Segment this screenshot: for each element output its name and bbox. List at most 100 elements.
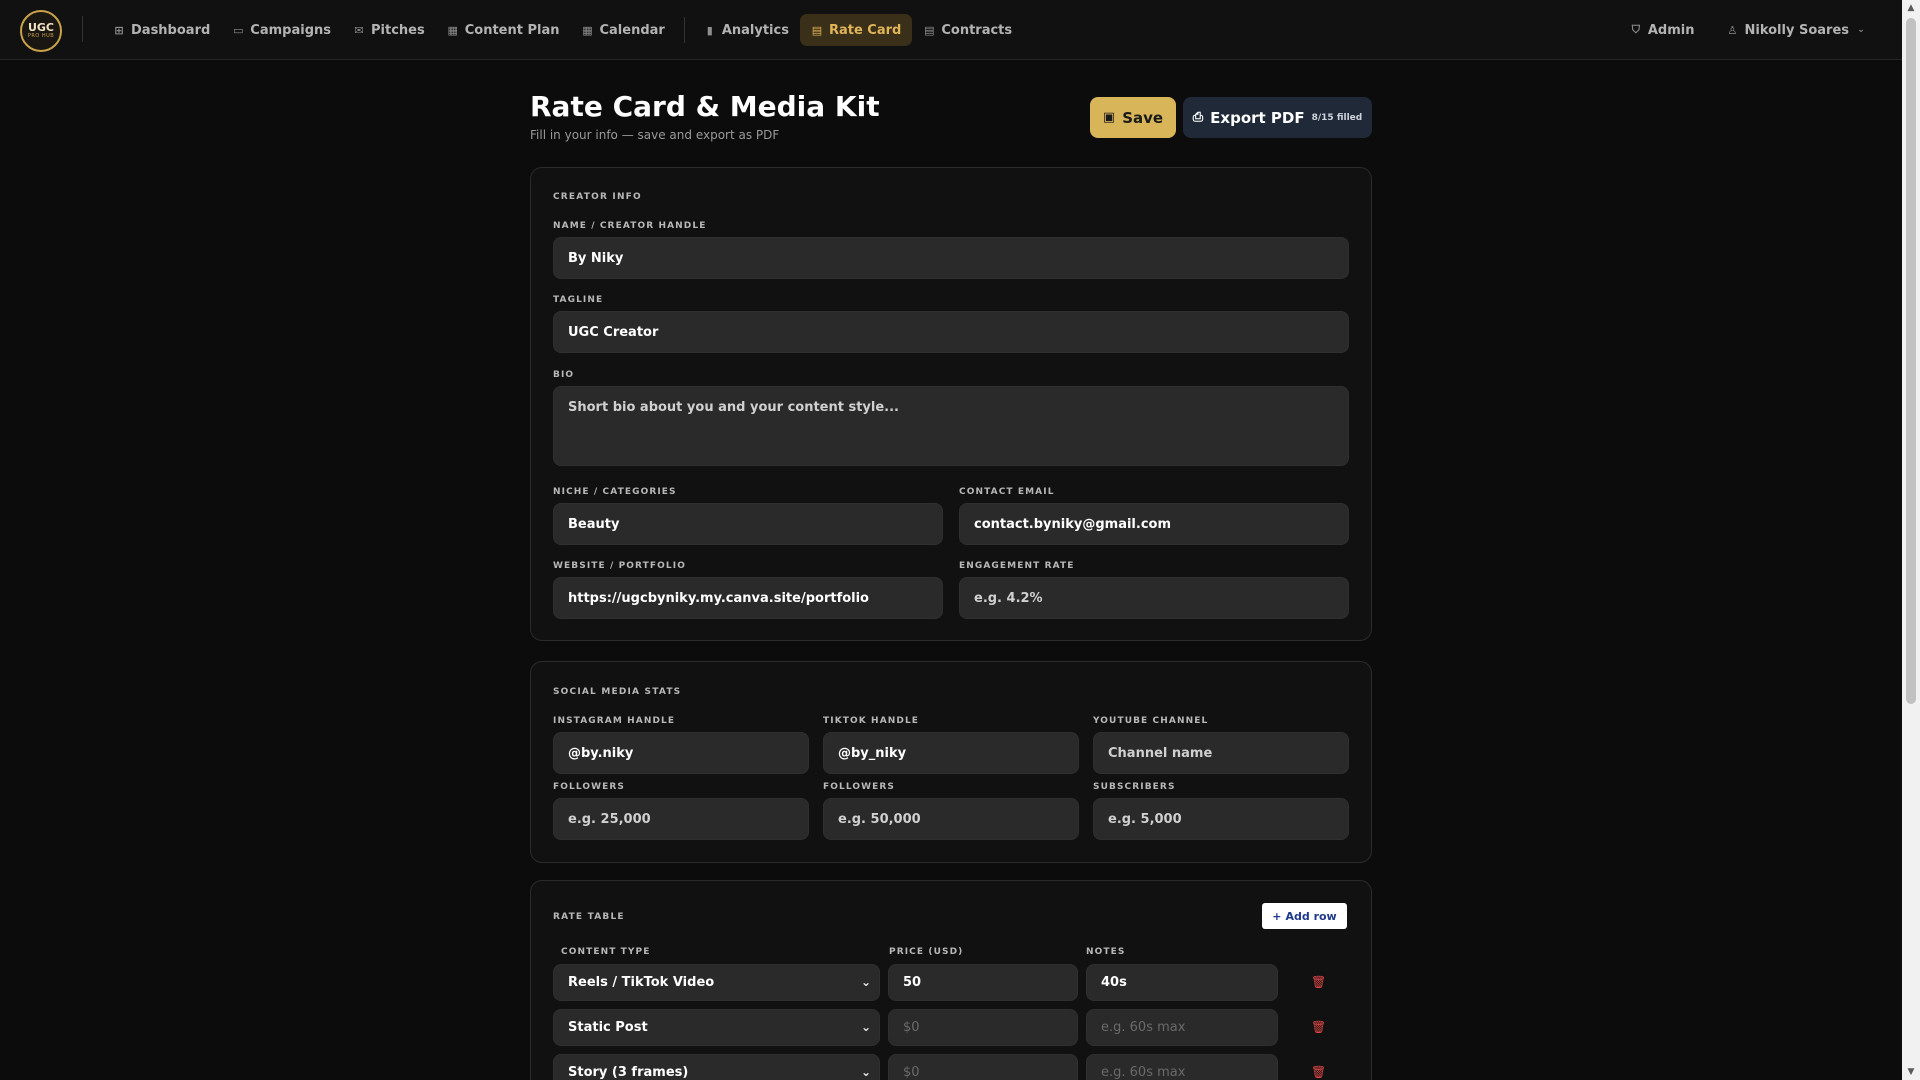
export-pdf-button[interactable]: ⎙ Export PDF 8/15 filled <box>1183 97 1372 138</box>
nav-item-analytics[interactable]: ▮ Analytics <box>693 14 800 46</box>
mail-icon: ✉ <box>354 23 364 37</box>
nav-separator <box>683 17 685 43</box>
scroll-up-arrow-icon[interactable]: ▲ <box>1902 0 1920 16</box>
scrollbar-thumb[interactable] <box>1906 18 1916 704</box>
top-navigation-bar: UGC PRO HUB ⊞ Dashboard ▭ Campaigns ✉ Pi… <box>0 0 1902 60</box>
notes-input[interactable]: e.g. 60s max <box>1086 1054 1278 1080</box>
price-input[interactable]: 50 <box>888 964 1078 1001</box>
name-label: NAME / CREATOR HANDLE <box>553 221 707 231</box>
tagline-input[interactable]: UGC Creator <box>553 311 1349 353</box>
contract-icon: ▤ <box>924 23 935 37</box>
save-button-label: Save <box>1122 108 1164 127</box>
youtube-label: YOUTUBE CHANNEL <box>1093 716 1209 726</box>
document-icon: ▤ <box>811 23 823 37</box>
scroll-down-arrow-icon[interactable]: ▼ <box>1902 1064 1920 1080</box>
price-input[interactable]: $0 <box>888 1054 1078 1080</box>
page-title: Rate Card & Media Kit <box>530 90 880 123</box>
niche-label: NICHE / CATEGORIES <box>553 487 677 497</box>
user-icon: ♙ <box>1727 23 1738 37</box>
nav-item-pitches[interactable]: ✉ Pitches <box>342 14 436 46</box>
section-title: SOCIAL MEDIA STATS <box>553 687 682 697</box>
content-type-select[interactable]: Reels / TikTok Video ⌄ <box>553 964 880 1001</box>
trash-icon[interactable]: 🗑 <box>1311 1065 1326 1079</box>
trash-icon[interactable]: 🗑 <box>1311 1020 1326 1034</box>
yt-subscribers-label: SUBSCRIBERS <box>1093 782 1176 792</box>
social-stats-card: SOCIAL MEDIA STATS INSTAGRAM HANDLE @by.… <box>530 661 1372 863</box>
nav-right: ⛉ Admin ♙ Nikolly Soares ⌄ <box>1619 14 1878 46</box>
brand-logo[interactable]: UGC PRO HUB <box>20 10 62 52</box>
add-row-label: Add row <box>1285 909 1337 923</box>
chevron-down-icon: ⌄ <box>860 1020 871 1034</box>
chevron-down-icon: ⌄ <box>1857 25 1865 35</box>
engagement-label: ENGAGEMENT RATE <box>959 561 1075 571</box>
tt-followers-label: FOLLOWERS <box>823 782 895 792</box>
add-row-button[interactable]: + Add row <box>1262 903 1347 929</box>
user-name: Nikolly Soares <box>1744 22 1849 38</box>
column-header-content-type: CONTENT TYPE <box>561 947 651 957</box>
shield-icon: ⛉ <box>1631 23 1640 36</box>
plus-icon: + <box>1272 909 1282 923</box>
nav-item-dashboard[interactable]: ⊞ Dashboard <box>102 14 221 46</box>
nav-item-label: Pitches <box>371 22 425 38</box>
chevron-down-icon: ⌄ <box>860 1065 871 1079</box>
tiktok-input[interactable]: @by_niky <box>823 732 1079 774</box>
column-header-notes: NOTES <box>1086 947 1126 957</box>
nav-item-label: Campaigns <box>250 22 331 38</box>
bar-chart-icon: ▮ <box>706 23 713 37</box>
email-input[interactable]: contact.byniky@gmail.com <box>959 503 1349 545</box>
nav-item-contracts[interactable]: ▤ Contracts <box>912 14 1023 46</box>
rate-table-card: RATE TABLE + Add row CONTENT TYPE PRICE … <box>530 880 1372 1080</box>
nav-item-label: Dashboard <box>131 22 211 38</box>
section-title: CREATOR INFO <box>553 192 642 202</box>
printer-icon: ⎙ <box>1192 110 1204 125</box>
ig-followers-label: FOLLOWERS <box>553 782 625 792</box>
ig-followers-input[interactable]: e.g. 25,000 <box>553 798 809 840</box>
logo-text: UGC <box>27 21 55 34</box>
content-type-select[interactable]: Story (3 frames) ⌄ <box>553 1054 880 1080</box>
chevron-down-icon: ⌄ <box>860 975 871 989</box>
youtube-input[interactable]: Channel name <box>1093 732 1349 774</box>
page-subtitle: Fill in your info — save and export as P… <box>530 128 780 142</box>
content-type-value: Static Post <box>568 1020 648 1035</box>
nav-item-label: Rate Card <box>828 22 902 38</box>
trash-icon[interactable]: 🗑 <box>1311 975 1326 989</box>
content-type-select[interactable]: Static Post ⌄ <box>553 1009 880 1046</box>
instagram-label: INSTAGRAM HANDLE <box>553 716 676 726</box>
user-menu[interactable]: ♙ Nikolly Soares ⌄ <box>1715 14 1878 46</box>
tt-followers-input[interactable]: e.g. 50,000 <box>823 798 1079 840</box>
content-type-value: Reels / TikTok Video <box>568 975 715 990</box>
video-icon: ▭ <box>233 23 244 37</box>
grid-icon: ⊞ <box>114 23 124 37</box>
instagram-input[interactable]: @by.niky <box>553 732 809 774</box>
creator-info-card: CREATOR INFO NAME / CREATOR HANDLE By Ni… <box>530 167 1372 641</box>
yt-subscribers-input[interactable]: e.g. 5,000 <box>1093 798 1349 840</box>
section-title: RATE TABLE <box>553 912 625 922</box>
page-scrollbar[interactable]: ▲ ▼ <box>1902 0 1920 1080</box>
notes-input[interactable]: e.g. 60s max <box>1086 1009 1278 1046</box>
notes-input[interactable]: 40s <box>1086 964 1278 1001</box>
website-input[interactable]: https://ugcbyniky.my.canva.site/portfoli… <box>553 577 943 619</box>
nav-item-label: Analytics <box>721 22 789 38</box>
nav-item-label: Contracts <box>941 22 1013 38</box>
filled-count-badge: 8/15 filled <box>1311 112 1363 123</box>
export-button-label: Export PDF <box>1210 108 1305 127</box>
nav-item-label: Calendar <box>599 22 665 38</box>
nav-item-rate-card[interactable]: ▤ Rate Card <box>799 14 913 46</box>
calendar-icon: ▦ <box>582 23 593 37</box>
name-input[interactable]: By Niky <box>553 237 1349 279</box>
admin-link[interactable]: ⛉ Admin <box>1619 14 1706 46</box>
nav-item-label: Content Plan <box>464 22 560 38</box>
column-header-price: PRICE (USD) <box>889 947 964 957</box>
save-button[interactable]: ▣ Save <box>1090 97 1176 138</box>
logo-subtext: PRO HUB <box>27 33 55 39</box>
bio-textarea[interactable]: Short bio about you and your content sty… <box>553 386 1349 466</box>
nav-item-calendar[interactable]: ▦ Calendar <box>570 14 675 46</box>
nav-item-content-plan[interactable]: ▦ Content Plan <box>436 14 571 46</box>
tagline-label: TAGLINE <box>553 295 604 305</box>
niche-input[interactable]: Beauty <box>553 503 943 545</box>
price-input[interactable]: $0 <box>888 1009 1078 1046</box>
nav-divider <box>82 16 83 42</box>
engagement-input[interactable]: e.g. 4.2% <box>959 577 1349 619</box>
nav-item-campaigns[interactable]: ▭ Campaigns <box>221 14 342 46</box>
email-label: CONTACT EMAIL <box>959 487 1055 497</box>
